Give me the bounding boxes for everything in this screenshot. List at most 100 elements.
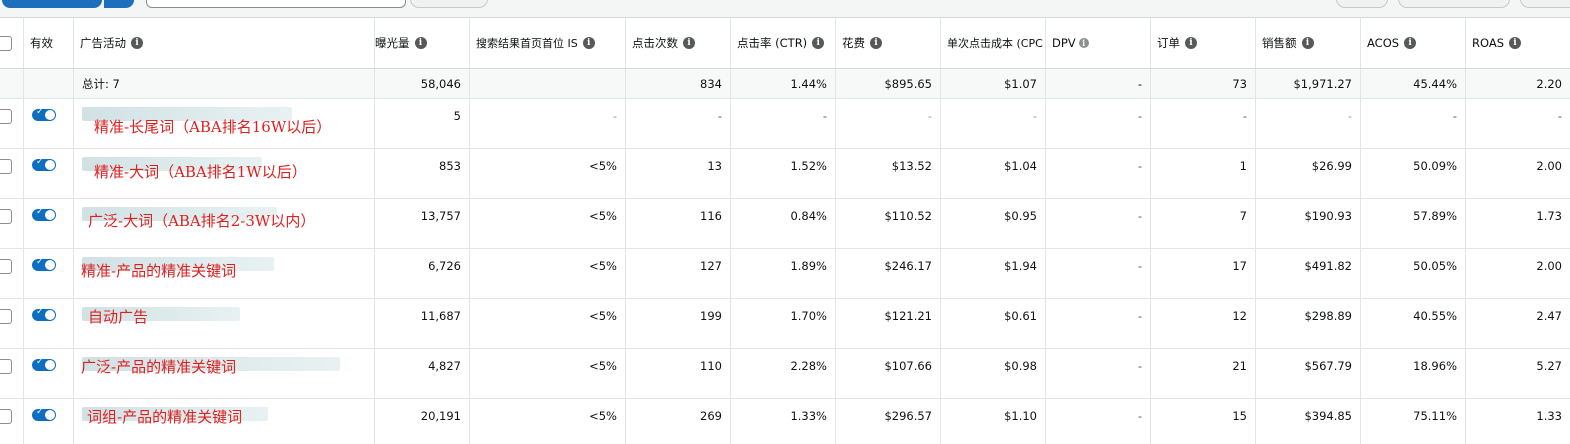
cell-top-is: <5% xyxy=(470,399,626,444)
check-icon: ✓ xyxy=(36,307,44,317)
cell-clicks: 116 xyxy=(626,199,731,248)
info-circle-icon[interactable]: i xyxy=(1185,37,1197,49)
create-campaign-button[interactable] xyxy=(2,0,102,8)
toggle-switch-icon[interactable]: ✓ xyxy=(32,157,56,171)
header-top-is[interactable]: 搜索结果首页首位 IS i xyxy=(470,18,626,68)
totals-clicks: 834 xyxy=(626,69,731,98)
toggle-switch-icon[interactable]: ✓ xyxy=(32,407,56,421)
info-circle-icon[interactable]: i xyxy=(1404,37,1417,49)
header-impressions[interactable]: 曝光量 i xyxy=(375,18,470,68)
cell-spend: $296.57 xyxy=(836,399,941,444)
cell-top-is: <5% xyxy=(470,349,626,398)
select-all-checkbox[interactable] xyxy=(0,36,12,51)
cell-clicks: 13 xyxy=(626,149,731,198)
cell-roas: - xyxy=(1557,109,1562,123)
totals-orders: 73 xyxy=(1151,69,1256,98)
cell-cpc: - xyxy=(941,99,1046,148)
toggle-switch-icon[interactable]: ✓ xyxy=(32,357,56,371)
info-circle-icon[interactable]: i xyxy=(1301,37,1314,49)
info-circle-icon[interactable]: i xyxy=(414,37,427,49)
cell-sales: $298.89 xyxy=(1256,299,1361,348)
cell-acos: 18.96% xyxy=(1361,349,1466,398)
cell-spend: - xyxy=(836,99,941,148)
totals-row: 总计: 7 58,046 834 1.44% $895.65 $1.07 - 7… xyxy=(0,69,1570,99)
create-campaign-dropdown-button[interactable] xyxy=(104,0,134,8)
cell-clicks: 127 xyxy=(626,249,731,298)
toolbar-button-3[interactable] xyxy=(1520,0,1570,8)
header-orders[interactable]: 订单 i xyxy=(1151,18,1256,68)
cell-ctr: 1.89% xyxy=(731,249,836,298)
header-spend[interactable]: 花费 i xyxy=(836,18,941,68)
cell-acos: 40.55% xyxy=(1361,299,1466,348)
cell-roas: 5.27 xyxy=(1536,359,1562,373)
header-roas[interactable]: ROAS i xyxy=(1466,18,1570,68)
row-checkbox[interactable] xyxy=(0,359,12,374)
row-checkbox[interactable] xyxy=(0,209,12,224)
cell-clicks: 199 xyxy=(626,299,731,348)
info-circle-icon[interactable]: i xyxy=(870,37,882,49)
header-cpc[interactable]: 单次点击成本 (CPC xyxy=(941,18,1046,68)
campaign-annotation: 广泛-大词（ABA排名2-3W以内） xyxy=(88,212,316,230)
table-row: ✓ 精准-长尾词（ABA排名16W以后） 5- - - - - - - - - - xyxy=(0,99,1570,149)
cell-cpc: $0.98 xyxy=(941,349,1046,398)
info-circle-icon[interactable]: i xyxy=(1078,38,1089,48)
cell-impressions: 5 xyxy=(375,99,470,148)
cell-impressions: 20,191 xyxy=(375,399,470,444)
cell-impressions: 11,687 xyxy=(375,299,470,348)
cell-impressions: 6,726 xyxy=(375,249,470,298)
row-checkbox[interactable] xyxy=(0,409,12,424)
toggle-knob xyxy=(45,310,55,320)
info-circle-icon[interactable]: i xyxy=(131,37,143,49)
cell-cpc: $1.94 xyxy=(941,249,1046,298)
info-circle-icon[interactable]: i xyxy=(812,37,825,49)
header-acos[interactable]: ACOS i xyxy=(1361,18,1466,68)
totals-spend: $895.65 xyxy=(836,69,941,98)
cell-sales: $190.93 xyxy=(1256,199,1361,248)
toolbar-button-2[interactable] xyxy=(1398,0,1510,8)
cell-roas: 1.73 xyxy=(1536,209,1562,223)
toolbar xyxy=(0,0,1570,18)
header-campaign[interactable]: 广告活动 i xyxy=(74,18,375,68)
row-checkbox[interactable] xyxy=(0,309,12,324)
search-input[interactable] xyxy=(146,0,406,8)
info-circle-icon[interactable]: i xyxy=(582,37,595,49)
cell-cpc: $1.10 xyxy=(941,399,1046,444)
cell-ctr: 1.70% xyxy=(731,299,836,348)
campaign-cell: 自动广告 xyxy=(74,299,375,348)
totals-label: 总计: 7 xyxy=(74,69,375,98)
row-checkbox[interactable] xyxy=(0,259,12,274)
header-sales[interactable]: 销售额 i xyxy=(1256,18,1361,68)
table-row: ✓ 广泛-大词（ABA排名2-3W以内） 13,757 <5% 116 0.84% $110… xyxy=(0,199,1570,249)
cell-cpc: $0.61 xyxy=(941,299,1046,348)
header-dpv[interactable]: DPV i xyxy=(1046,18,1151,68)
toggle-knob xyxy=(45,210,55,220)
toggle-knob xyxy=(45,410,55,420)
totals-roas: 2.20 xyxy=(1536,77,1562,91)
toggle-knob xyxy=(45,360,55,370)
toggle-knob xyxy=(45,160,55,170)
check-icon: ✓ xyxy=(36,257,44,267)
header-ctr[interactable]: 点击率 (CTR) i xyxy=(731,18,836,68)
cell-roas: 2.00 xyxy=(1536,259,1562,273)
table-row: ✓ 精准-产品的精准关键词 6,726 <5% 127 1.89% $246.17 $1.94… xyxy=(0,249,1570,299)
header-clicks[interactable]: 点击次数 i xyxy=(626,18,731,68)
toggle-switch-icon[interactable]: ✓ xyxy=(32,307,56,321)
toggle-switch-icon[interactable]: ✓ xyxy=(32,107,56,121)
campaign-annotation: 精准-大词（ABA排名1W以后） xyxy=(94,163,307,181)
toggle-switch-icon[interactable]: ✓ xyxy=(32,257,56,271)
cell-orders: 15 xyxy=(1151,399,1256,444)
info-circle-icon[interactable]: i xyxy=(683,37,695,49)
row-checkbox[interactable] xyxy=(0,159,12,174)
toolbar-button-1[interactable] xyxy=(1336,0,1388,8)
row-checkbox[interactable] xyxy=(0,109,12,124)
header-effective[interactable]: 有效 xyxy=(24,18,74,68)
totals-dpv: - xyxy=(1046,69,1151,98)
filter-button[interactable] xyxy=(410,0,488,8)
info-circle-icon[interactable]: i xyxy=(1509,37,1522,49)
cell-ctr: 0.84% xyxy=(731,199,836,248)
cell-sales: $26.99 xyxy=(1256,149,1361,198)
cell-acos: 75.11% xyxy=(1361,399,1466,444)
cell-acos: - xyxy=(1361,99,1466,148)
toggle-switch-icon[interactable]: ✓ xyxy=(32,207,56,221)
cell-cpc: $1.04 xyxy=(941,149,1046,198)
